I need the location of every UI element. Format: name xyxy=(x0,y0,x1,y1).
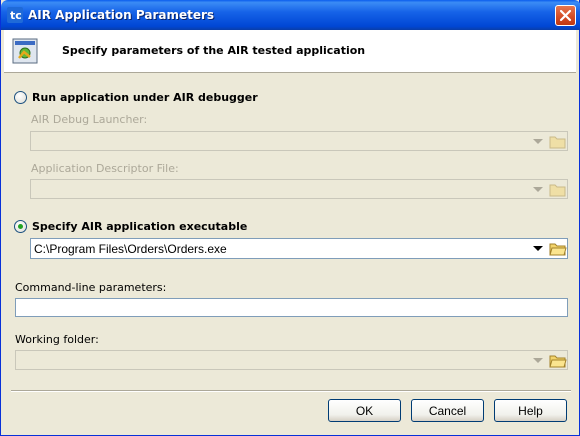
cmdline-label: Command-line parameters: xyxy=(15,281,167,294)
folder-icon[interactable] xyxy=(549,182,567,197)
folder-icon[interactable] xyxy=(549,134,567,149)
cancel-button-label: Cancel xyxy=(428,403,467,418)
cmdline-input[interactable] xyxy=(15,298,568,317)
svg-text:tc: tc xyxy=(10,9,22,22)
title-bar[interactable]: tc AIR Application Parameters xyxy=(1,0,580,30)
chevron-down-icon[interactable] xyxy=(533,139,543,144)
folder-icon[interactable] xyxy=(549,353,567,368)
footer-divider xyxy=(11,390,571,392)
executable-option[interactable]: Specify AIR application executable xyxy=(14,220,247,233)
debugger-option-label: Run application under AIR debugger xyxy=(32,91,258,104)
cancel-button[interactable]: Cancel xyxy=(411,399,484,422)
working-folder-combo[interactable] xyxy=(15,350,568,370)
executable-path-value[interactable]: C:\Program Files\Orders\Orders.exe xyxy=(34,242,227,256)
debug-launcher-combo[interactable] xyxy=(30,131,568,151)
executable-path-combo[interactable]: C:\Program Files\Orders\Orders.exe xyxy=(30,238,568,259)
chevron-down-icon[interactable] xyxy=(533,187,543,192)
chevron-down-icon[interactable] xyxy=(533,246,543,251)
debug-launcher-label: AIR Debug Launcher: xyxy=(31,113,148,126)
working-folder-label: Working folder: xyxy=(15,333,99,346)
folder-icon[interactable] xyxy=(549,241,567,256)
ok-button[interactable]: OK xyxy=(328,399,401,422)
dialog-window: tc AIR Application Parameters Specify pa… xyxy=(0,0,580,436)
debugger-option[interactable]: Run application under AIR debugger xyxy=(14,91,258,104)
descriptor-file-label: Application Descriptor File: xyxy=(31,162,179,175)
window-title: AIR Application Parameters xyxy=(28,8,215,22)
ok-button-label: OK xyxy=(355,403,374,418)
settings-puzzle-icon xyxy=(12,38,38,64)
descriptor-file-combo[interactable] xyxy=(30,179,568,199)
close-icon xyxy=(559,9,572,22)
debugger-radio[interactable] xyxy=(14,91,27,104)
executable-radio[interactable] xyxy=(14,220,27,233)
header-panel: Specify parameters of the AIR tested app… xyxy=(4,30,576,73)
executable-option-label: Specify AIR application executable xyxy=(32,220,248,233)
header-title: Specify parameters of the AIR tested app… xyxy=(62,44,366,57)
help-button-label: Help xyxy=(518,403,543,418)
help-button[interactable]: Help xyxy=(494,399,567,422)
app-logo-icon: tc xyxy=(7,7,23,23)
close-button[interactable] xyxy=(555,5,576,26)
chevron-down-icon[interactable] xyxy=(533,358,543,363)
